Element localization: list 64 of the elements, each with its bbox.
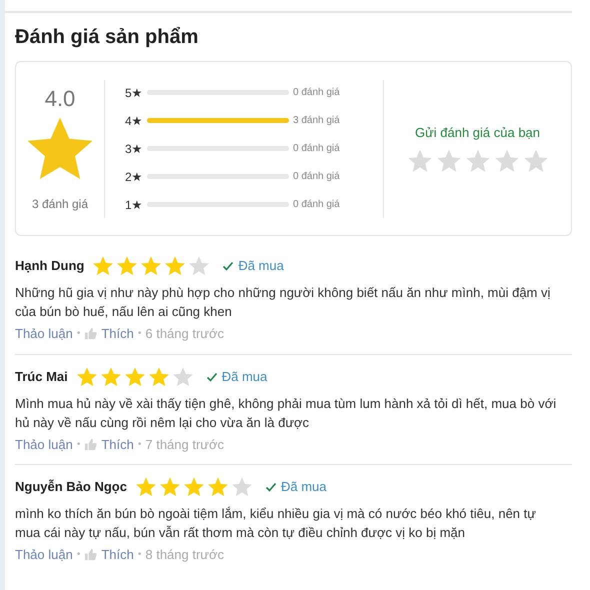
- reviewer-name: Hạnh Dung: [15, 257, 84, 276]
- star-icon: [116, 255, 138, 277]
- rating-bar-count: 3 đánh giá: [293, 114, 340, 128]
- reviewer-name: Trúc Mai: [15, 368, 68, 386]
- review-time: 6 tháng trước: [145, 325, 224, 343]
- separator-dot: •: [76, 327, 80, 342]
- star-icon: [100, 366, 122, 388]
- star-icon: [164, 255, 186, 277]
- star-icon: [188, 255, 210, 277]
- star-level-label: 2★: [125, 168, 144, 186]
- rating-count: 3 đánh giá: [32, 196, 88, 212]
- section-title: Đánh giá sản phẩm: [15, 25, 200, 49]
- discuss-link[interactable]: Thảo luận: [15, 324, 73, 344]
- separator-dot: •: [138, 438, 142, 452]
- review-text: Những hũ gia vị như này phù hợp cho những người không biết nấu ăn như mình, mùi đậm vị của bún bò huế, nấu lên ai cũng khen: [15, 284, 552, 321]
- star-icon: [182, 476, 205, 498]
- star-icon[interactable]: [436, 148, 462, 174]
- check-icon: [222, 260, 234, 272]
- like-button[interactable]: Thích: [101, 545, 134, 564]
- star-level-label: 1★: [125, 196, 144, 214]
- verified-purchase-label: Đã mua: [222, 368, 268, 386]
- thumbs-up-icon: [84, 327, 98, 340]
- check-icon: [264, 481, 277, 493]
- star-level-label: 4★: [125, 112, 144, 130]
- review-text: Mình mua hủ này về xài thấy tiện ghê, không phải mua tùm lum hành xả tỏi dì hết, mua bò với hủ này về nấu cùng rồi nêm lại cho vừa ăn là được: [15, 394, 558, 432]
- thumbs-up-icon: [84, 548, 98, 562]
- star-icon[interactable]: [522, 148, 548, 174]
- verified-purchase-label: Đã mua: [280, 478, 326, 496]
- separator-dot: •: [138, 327, 142, 342]
- star-level-label: 3★: [125, 140, 144, 158]
- star-icon: [206, 476, 229, 498]
- star-icon[interactable]: [464, 148, 490, 174]
- average-rating: 4.0: [44, 84, 76, 112]
- star-icon: [230, 476, 253, 498]
- star-level-label: 5★: [125, 84, 144, 102]
- star-icon: [148, 366, 170, 388]
- star-icon: [172, 366, 194, 388]
- reviewer-name: Nguyễn Bảo Ngọc: [15, 478, 127, 496]
- star-icon[interactable]: [406, 148, 432, 174]
- star-icon[interactable]: [494, 148, 520, 174]
- review-text: mình ko thích ăn bún bò ngoài tiệm lắm, kiểu nhiều gia vị mà có nước béo khó tiêu, nên tự mua cái này tự nấu, bún vẫn rất thơm mà còn tự điều chỉnh được vị ko bị mặn: [15, 505, 537, 542]
- star-icon: [140, 255, 162, 277]
- discuss-link[interactable]: Thảo luận: [15, 434, 73, 454]
- rating-bar-count: 0 đánh giá: [293, 142, 340, 156]
- rating-bar-count: 0 đánh giá: [293, 86, 340, 100]
- discuss-link[interactable]: Thảo luận: [15, 545, 73, 564]
- separator-dot: •: [138, 548, 142, 562]
- star-icon: [124, 366, 146, 388]
- review-time: 7 tháng trước: [145, 436, 224, 454]
- star-icon: [92, 255, 114, 277]
- star-icon: [134, 476, 157, 498]
- check-icon: [206, 370, 218, 382]
- rating-bar-count: 0 đánh giá: [293, 170, 340, 184]
- star-icon: [76, 366, 98, 388]
- like-button[interactable]: Thích: [101, 434, 134, 454]
- thumbs-up-icon: [84, 438, 98, 451]
- separator-dot: •: [76, 548, 80, 562]
- like-button[interactable]: Thích: [101, 324, 134, 344]
- review-time: 8 tháng trước: [145, 546, 224, 564]
- write-review-link[interactable]: Gửi đánh giá của bạn: [414, 122, 540, 142]
- star-icon: [158, 476, 181, 498]
- rating-bar-count: 0 đánh giá: [293, 198, 340, 212]
- verified-purchase-label: Đã mua: [238, 257, 284, 276]
- separator-dot: •: [76, 438, 80, 452]
